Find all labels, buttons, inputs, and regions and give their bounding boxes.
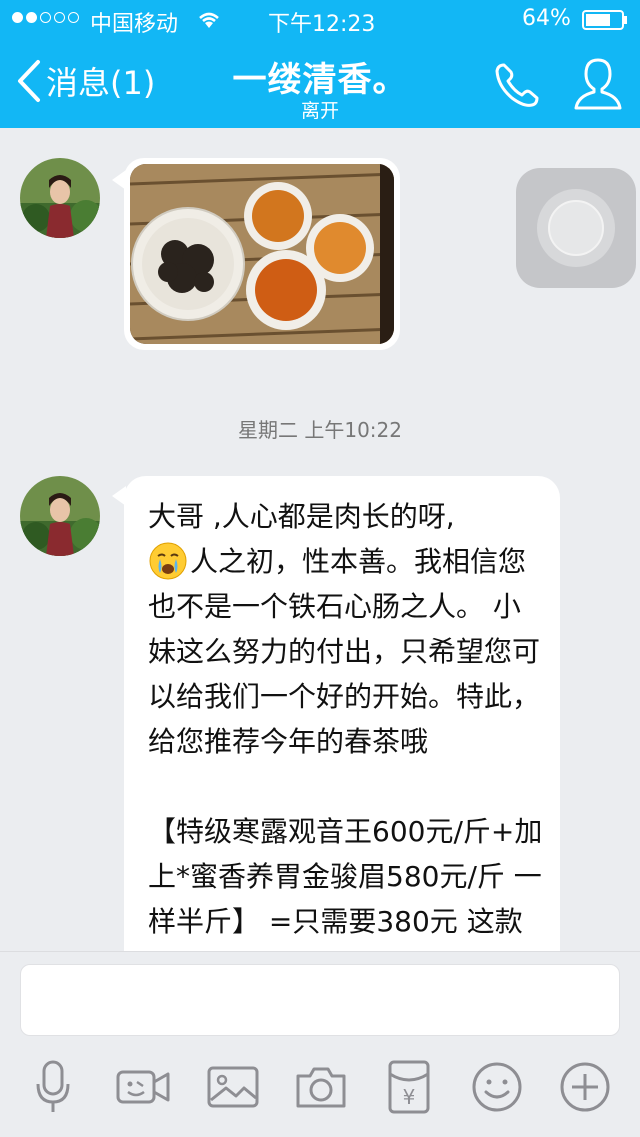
battery-icon [582, 10, 627, 30]
plus-icon[interactable] [558, 1060, 612, 1114]
carrier-label: 中国移动 [90, 12, 179, 37]
image-icon[interactable] [206, 1060, 260, 1114]
battery-percent: 64% [522, 6, 571, 31]
phone-icon[interactable] [492, 60, 542, 110]
image-message[interactable] [112, 158, 400, 350]
wifi-icon [199, 12, 219, 28]
status-bar: 中国移动 下午12:23 64% [0, 0, 640, 40]
red-packet-symbol: ¥ [403, 1085, 416, 1109]
red-packet-icon[interactable]: ¥ [382, 1060, 436, 1114]
emoji-icon[interactable] [470, 1060, 524, 1114]
tea-photo[interactable] [130, 164, 394, 344]
message-text: 大哥 ,人心都是肉长的呀, 人之初，性本善。我相信您也不是一个铁石心肠之人。 小… [148, 494, 543, 951]
signal-strength-icon [12, 12, 79, 23]
crying-face-emoji-icon [149, 542, 187, 580]
microphone-icon[interactable] [26, 1060, 80, 1114]
message-timestamp: 星期二 上午10:22 [238, 418, 402, 442]
video-icon[interactable] [116, 1060, 170, 1114]
camera-icon[interactable] [294, 1060, 348, 1114]
message-line-1: 大哥 ,人心都是肉长的呀, [148, 500, 455, 533]
message-input[interactable] [20, 964, 620, 1036]
input-area: ¥ [0, 951, 640, 1137]
avatar[interactable] [20, 476, 100, 556]
text-message[interactable]: 大哥 ,人心都是肉长的呀, 人之初，性本善。我相信您也不是一个铁石心肠之人。 小… [124, 476, 560, 951]
contact-icon[interactable] [572, 56, 624, 112]
top-bar: 中国移动 下午12:23 64% 消息(1) 一缕清香。 离开 [0, 0, 640, 128]
avatar[interactable] [20, 158, 100, 238]
chat-status: 离开 [300, 100, 339, 122]
status-time: 下午12:23 [268, 12, 376, 37]
message-line-2: 人之初，性本善。我相信您也不是一个铁石心肠之人。 小妹这么努力的付出，只希望您可… [148, 545, 541, 758]
assistive-touch-button[interactable] [516, 168, 636, 288]
chat-title: 一缕清香。 [232, 60, 408, 100]
message-paragraph-2: 【特级寒露观音王600元/斤+加上*蜜香养胃金骏眉580元/斤 一样半斤】 =只… [148, 815, 543, 951]
